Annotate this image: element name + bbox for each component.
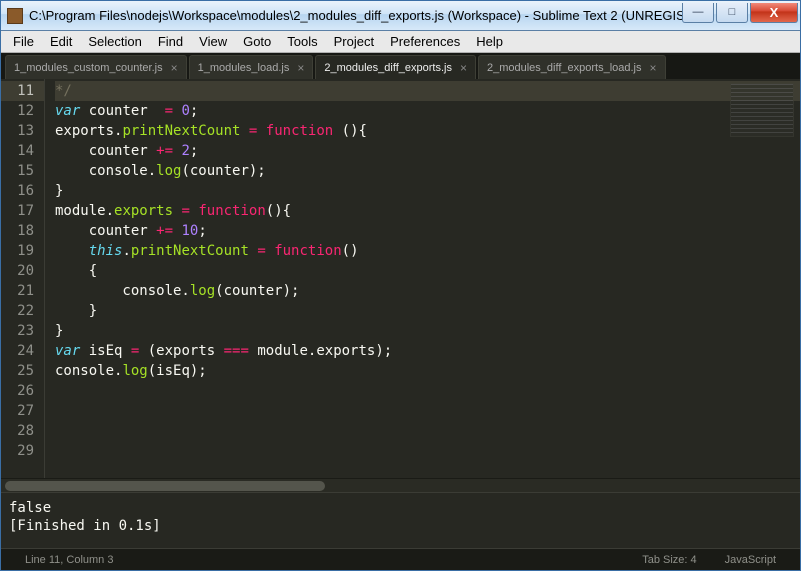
menu-selection[interactable]: Selection bbox=[80, 32, 149, 51]
code-line[interactable]: console.log(counter); bbox=[55, 281, 800, 301]
line-number: 24 bbox=[1, 341, 34, 361]
code-line[interactable]: counter += 2; bbox=[55, 141, 800, 161]
menu-find[interactable]: Find bbox=[150, 32, 191, 51]
code-line[interactable]: } bbox=[55, 301, 800, 321]
editor[interactable]: 11121314151617181920212223242526272829 *… bbox=[1, 79, 800, 478]
line-number: 13 bbox=[1, 121, 34, 141]
close-icon[interactable]: × bbox=[297, 61, 304, 75]
menu-project[interactable]: Project bbox=[326, 32, 382, 51]
line-number: 27 bbox=[1, 401, 34, 421]
menu-tools[interactable]: Tools bbox=[279, 32, 325, 51]
line-number: 11 bbox=[1, 81, 44, 101]
line-number: 21 bbox=[1, 281, 34, 301]
menu-edit[interactable]: Edit bbox=[42, 32, 80, 51]
app-icon bbox=[7, 8, 23, 24]
menu-help[interactable]: Help bbox=[468, 32, 511, 51]
code-line[interactable]: console.log(counter); bbox=[55, 161, 800, 181]
minimap-content bbox=[731, 84, 793, 136]
tab-file-2[interactable]: 2_modules_diff_exports.js × bbox=[315, 55, 476, 79]
tab-file-1[interactable]: 1_modules_load.js × bbox=[189, 55, 314, 79]
line-gutter: 11121314151617181920212223242526272829 bbox=[1, 79, 45, 478]
close-icon[interactable]: × bbox=[650, 61, 657, 75]
tab-label: 2_modules_diff_exports.js bbox=[324, 62, 452, 74]
menubar: File Edit Selection Find View Goto Tools… bbox=[1, 31, 800, 53]
statusbar: Line 11, Column 3 Tab Size: 4 JavaScript bbox=[1, 548, 800, 570]
code-line[interactable]: module.exports = function(){ bbox=[55, 201, 800, 221]
code-line[interactable]: var counter = 0; bbox=[55, 101, 800, 121]
tab-file-3[interactable]: 2_modules_diff_exports_load.js × bbox=[478, 55, 666, 79]
status-tabsize[interactable]: Tab Size: 4 bbox=[628, 554, 710, 566]
scrollbar-thumb[interactable] bbox=[5, 481, 325, 491]
tab-label: 1_modules_custom_counter.js bbox=[14, 62, 163, 74]
menu-preferences[interactable]: Preferences bbox=[382, 32, 468, 51]
line-number: 23 bbox=[1, 321, 34, 341]
menu-goto[interactable]: Goto bbox=[235, 32, 279, 51]
titlebar[interactable]: C:\Program Files\nodejs\Workspace\module… bbox=[1, 1, 800, 31]
code-line[interactable]: { bbox=[55, 261, 800, 281]
minimize-button[interactable]: — bbox=[682, 3, 714, 23]
tab-file-0[interactable]: 1_modules_custom_counter.js × bbox=[5, 55, 187, 79]
code-line[interactable]: counter += 10; bbox=[55, 221, 800, 241]
code-line[interactable]: } bbox=[55, 321, 800, 341]
maximize-button[interactable]: □ bbox=[716, 3, 748, 23]
line-number: 19 bbox=[1, 241, 34, 261]
tabbar: 1_modules_custom_counter.js × 1_modules_… bbox=[1, 53, 800, 79]
minimap[interactable] bbox=[730, 83, 794, 137]
close-icon[interactable]: × bbox=[171, 61, 178, 75]
menu-file[interactable]: File bbox=[5, 32, 42, 51]
tab-label: 2_modules_diff_exports_load.js bbox=[487, 62, 642, 74]
window-controls: — □ X bbox=[682, 3, 798, 23]
console-line: [Finished in 0.1s] bbox=[9, 517, 792, 535]
status-position[interactable]: Line 11, Column 3 bbox=[11, 554, 127, 566]
menu-view[interactable]: View bbox=[191, 32, 235, 51]
horizontal-scrollbar[interactable] bbox=[1, 478, 800, 492]
code-area[interactable]: */var counter = 0;exports.printNextCount… bbox=[45, 79, 800, 478]
code-line[interactable]: this.printNextCount = function() bbox=[55, 241, 800, 261]
status-syntax[interactable]: JavaScript bbox=[711, 554, 790, 566]
line-number: 25 bbox=[1, 361, 34, 381]
code-line[interactable]: var isEq = (exports === module.exports); bbox=[55, 341, 800, 361]
line-number: 15 bbox=[1, 161, 34, 181]
line-number: 20 bbox=[1, 261, 34, 281]
code-line[interactable]: exports.printNextCount = function (){ bbox=[55, 121, 800, 141]
line-number: 29 bbox=[1, 441, 34, 461]
window-title: C:\Program Files\nodejs\Workspace\module… bbox=[29, 8, 682, 23]
line-number: 22 bbox=[1, 301, 34, 321]
console-line: false bbox=[9, 499, 792, 517]
close-icon[interactable]: × bbox=[460, 61, 467, 75]
line-number: 28 bbox=[1, 421, 34, 441]
line-number: 16 bbox=[1, 181, 34, 201]
line-number: 17 bbox=[1, 201, 34, 221]
build-output-panel[interactable]: false [Finished in 0.1s] bbox=[1, 492, 800, 548]
line-number: 26 bbox=[1, 381, 34, 401]
code-line[interactable]: console.log(isEq); bbox=[55, 361, 800, 381]
line-number: 14 bbox=[1, 141, 34, 161]
close-button[interactable]: X bbox=[750, 3, 798, 23]
app-window: C:\Program Files\nodejs\Workspace\module… bbox=[0, 0, 801, 571]
tab-label: 1_modules_load.js bbox=[198, 62, 290, 74]
code-line[interactable]: */ bbox=[55, 81, 800, 101]
line-number: 18 bbox=[1, 221, 34, 241]
line-number: 12 bbox=[1, 101, 34, 121]
code-line[interactable]: } bbox=[55, 181, 800, 201]
